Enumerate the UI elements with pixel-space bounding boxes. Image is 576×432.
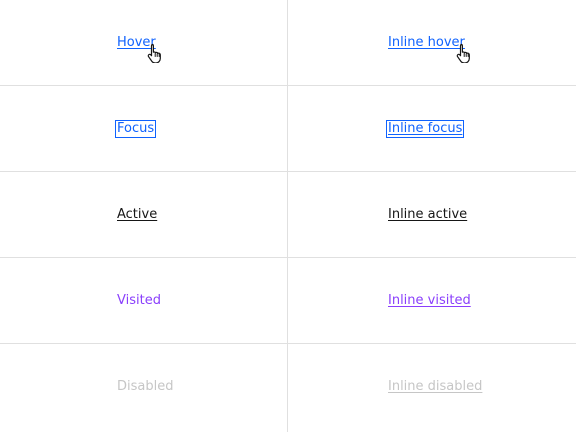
cell-inline-focus: Inline focus	[288, 86, 576, 171]
cell-hover: Hover	[0, 0, 287, 85]
link-inline-active[interactable]: Inline active	[387, 207, 468, 223]
cell-inline-active: Inline active	[288, 172, 576, 257]
cell-disabled: Disabled	[0, 344, 287, 432]
cell-inline-disabled: Inline disabled	[288, 344, 576, 432]
cell-inline-visited: Inline visited	[288, 258, 576, 343]
link-inline-visited[interactable]: Inline visited	[387, 293, 472, 309]
link-focus[interactable]: Focus	[114, 120, 157, 138]
cell-inline-hover: Inline hover	[288, 0, 576, 85]
cell-focus: Focus	[0, 86, 287, 171]
link-inline-disabled: Inline disabled	[388, 379, 483, 394]
link-active[interactable]: Active	[116, 207, 158, 223]
cell-active: Active	[0, 172, 287, 257]
hand-pointer-icon	[147, 43, 161, 63]
link-states-grid: Hover Inline hover Focus Inline focus Ac…	[0, 0, 576, 432]
link-inline-hover[interactable]: Inline hover	[387, 35, 466, 51]
link-inline-focus[interactable]: Inline focus	[385, 120, 465, 138]
link-visited[interactable]: Visited	[116, 293, 162, 309]
link-disabled: Disabled	[117, 379, 174, 394]
cell-visited: Visited	[0, 258, 287, 343]
hand-pointer-icon	[456, 43, 470, 63]
